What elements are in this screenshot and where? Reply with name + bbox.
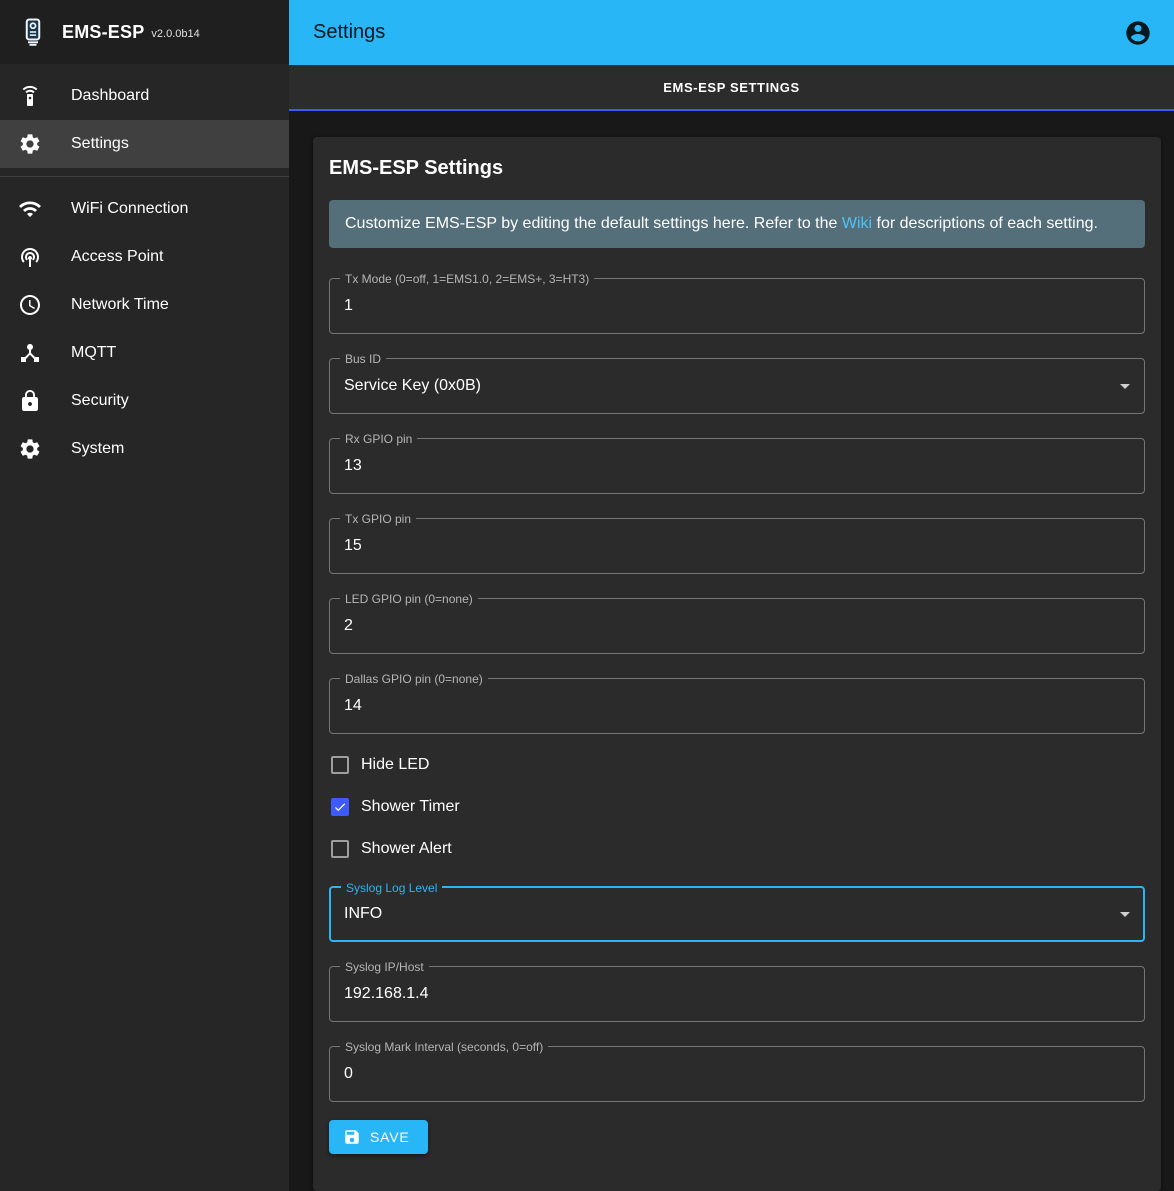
field-syslog-mark-interval: Syslog Mark Interval (seconds, 0=off) [329,1046,1145,1102]
checkbox-label: Hide LED [361,756,429,774]
dallas-gpio-input[interactable] [344,697,1130,715]
shower-alert-checkbox[interactable] [331,840,349,858]
sidebar-item-label: Settings [71,135,129,153]
led-gpio-input[interactable] [344,617,1130,635]
sidebar-item-settings[interactable]: Settings [0,120,289,168]
tx-mode-input[interactable] [344,297,1130,315]
chevron-down-icon [1120,384,1130,389]
save-button[interactable]: SAVE [329,1120,428,1154]
card-title: EMS-ESP Settings [329,157,1145,180]
sidebar-item-system[interactable]: System [0,425,289,473]
info-text-before: Customize EMS-ESP by editing the default… [345,215,842,232]
remote-icon [18,84,42,108]
sidebar: EMS-ESP v2.0.0b14 Dashboard Settings [0,0,289,1191]
sidebar-item-label: Access Point [71,248,163,266]
info-text-after: for descriptions of each setting. [872,215,1098,232]
field-tx-gpio: Tx GPIO pin [329,518,1145,574]
tab-ems-esp-settings[interactable]: EMS-ESP SETTINGS [289,65,1174,109]
field-label: Syslog Log Level [341,881,442,895]
sidebar-nav: Dashboard Settings WiFi Connection Acces… [0,64,289,473]
tab-label: EMS-ESP SETTINGS [663,80,800,95]
field-label: Tx Mode (0=off, 1=EMS1.0, 2=EMS+, 3=HT3) [340,272,594,286]
field-rx-gpio: Rx GPIO pin [329,438,1145,494]
app-version: v2.0.0b14 [151,28,199,40]
field-label: Syslog IP/Host [340,960,429,974]
sidebar-item-label: MQTT [71,344,116,362]
sidebar-item-label: System [71,440,124,458]
hide-led-checkbox[interactable] [331,756,349,774]
appbar: Settings [289,0,1174,65]
field-dallas-gpio: Dallas GPIO pin (0=none) [329,678,1145,734]
sidebar-item-label: Security [71,392,129,410]
field-tx-mode: Tx Mode (0=off, 1=EMS1.0, 2=EMS+, 3=HT3) [329,278,1145,334]
tab-bar: EMS-ESP SETTINGS [289,65,1174,111]
sidebar-divider [0,176,289,177]
gear-icon [18,437,42,461]
sidebar-item-label: Network Time [71,296,169,314]
account-icon[interactable] [1124,19,1152,47]
field-syslog-ip: Syslog IP/Host [329,966,1145,1022]
field-label: Tx GPIO pin [340,512,416,526]
sidebar-item-wifi-connection[interactable]: WiFi Connection [0,185,289,233]
syslog-ip-input[interactable] [344,985,1130,1003]
field-label: LED GPIO pin (0=none) [340,592,478,606]
app-name: EMS-ESP [62,22,144,43]
wifi-tethering-icon [18,245,42,269]
checkbox-label: Shower Timer [361,798,460,816]
save-icon [343,1128,361,1146]
field-label: Dallas GPIO pin (0=none) [340,672,488,686]
sidebar-item-mqtt[interactable]: MQTT [0,329,289,377]
bus-id-value: Service Key (0x0B) [344,377,1112,395]
gear-icon [18,132,42,156]
page-title: Settings [313,21,385,44]
checkbox-row-shower-timer[interactable]: Shower Timer [329,786,1145,828]
app-logo-icon [16,15,50,49]
field-label: Bus ID [340,352,386,366]
field-label: Syslog Mark Interval (seconds, 0=off) [340,1040,548,1054]
clock-icon [18,293,42,317]
field-led-gpio: LED GPIO pin (0=none) [329,598,1145,654]
checkbox-row-hide-led[interactable]: Hide LED [329,744,1145,786]
app-header: EMS-ESP v2.0.0b14 [0,0,289,64]
sidebar-item-network-time[interactable]: Network Time [0,281,289,329]
sidebar-item-label: WiFi Connection [71,200,188,218]
checkbox-section: Hide LED Shower Timer Shower Alert [329,744,1145,870]
checkbox-label: Shower Alert [361,840,452,858]
bus-id-select[interactable]: Bus ID Service Key (0x0B) [329,358,1145,414]
device-hub-icon [18,341,42,365]
checkbox-row-shower-alert[interactable]: Shower Alert [329,828,1145,870]
settings-card: EMS-ESP Settings Customize EMS-ESP by ed… [313,137,1161,1191]
wiki-link[interactable]: Wiki [842,215,872,232]
chevron-down-icon [1120,912,1130,917]
content-area: EMS-ESP Settings Customize EMS-ESP by ed… [289,111,1174,1191]
info-banner: Customize EMS-ESP by editing the default… [329,200,1145,248]
rx-gpio-input[interactable] [344,457,1130,475]
sidebar-item-security[interactable]: Security [0,377,289,425]
save-button-label: SAVE [370,1129,410,1145]
shower-timer-checkbox[interactable] [331,798,349,816]
tx-gpio-input[interactable] [344,537,1130,555]
lock-icon [18,389,42,413]
syslog-mark-interval-input[interactable] [344,1065,1130,1083]
sidebar-item-label: Dashboard [71,87,149,105]
field-label: Rx GPIO pin [340,432,417,446]
syslog-log-level-value: INFO [344,905,1112,923]
sidebar-item-access-point[interactable]: Access Point [0,233,289,281]
sidebar-item-dashboard[interactable]: Dashboard [0,72,289,120]
syslog-log-level-select[interactable]: Syslog Log Level INFO [329,886,1145,942]
wifi-icon [18,197,42,221]
